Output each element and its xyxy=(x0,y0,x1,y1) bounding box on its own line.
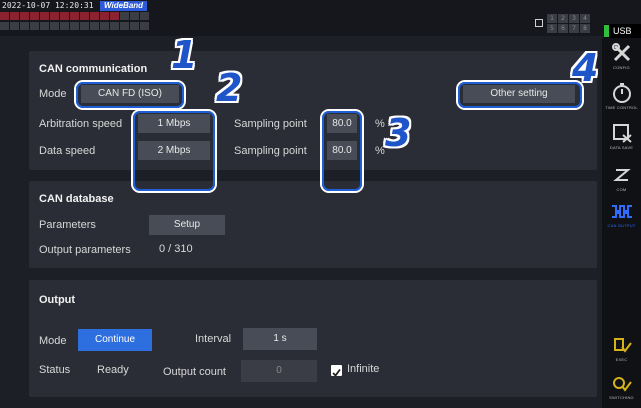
parameters-label: Parameters xyxy=(39,219,96,231)
mode-badge: WideBand xyxy=(100,1,148,11)
switching-icon xyxy=(612,377,632,392)
sampling-point-label: Sampling point xyxy=(234,145,307,157)
callout-number-4: 4 xyxy=(572,46,599,90)
mode-label: Mode xyxy=(39,88,67,100)
checkmark-icon xyxy=(332,368,341,377)
output-mode-select[interactable]: Continue xyxy=(78,329,152,351)
communication-icon xyxy=(612,169,631,181)
sidebar-item-data-save[interactable]: DATA SAVE xyxy=(602,122,641,150)
infinite-label: Infinite xyxy=(347,363,380,375)
output-parameters-label: Output parameters xyxy=(39,244,131,256)
sampling-point-label: Sampling point xyxy=(234,118,307,130)
callout-box-speeds xyxy=(133,111,215,191)
percent-unit: % xyxy=(375,118,385,130)
channel-grid: 1234 5678 xyxy=(547,14,590,33)
status-value: Ready xyxy=(97,364,129,376)
sidebar-item-can-output[interactable]: CAN OUTPUT xyxy=(602,202,641,228)
datetime-display: 2022-10-07 12:20:31 xyxy=(2,1,94,10)
section-title: CAN database xyxy=(39,193,114,205)
output-count-input[interactable]: 0 xyxy=(241,360,317,382)
data-speed-label: Data speed xyxy=(39,145,96,157)
callout-number-1: 1 xyxy=(171,33,198,77)
callout-box-mode xyxy=(76,82,184,108)
network-icon xyxy=(535,19,543,27)
callout-number-3: 3 xyxy=(385,111,412,155)
status-bar: 2022-10-07 12:20:31 WideBand 1234 5678 U… xyxy=(0,0,641,38)
sidebar: CONFIG TIME CONTROL DATA SAVE COM CAN OU… xyxy=(602,38,641,408)
output-count-label: Output count xyxy=(163,366,226,378)
callout-box-other-setting xyxy=(458,82,582,108)
execute-icon xyxy=(613,338,632,353)
sidebar-item-switching[interactable]: SWITCHING xyxy=(602,374,641,400)
status-label: Status xyxy=(39,364,71,376)
section-title: Output xyxy=(39,294,76,306)
can-output-icon xyxy=(611,205,632,218)
output-panel: Output Mode Continue Interval 1 s Status… xyxy=(29,280,597,397)
setup-button[interactable]: Setup xyxy=(149,215,225,235)
percent-unit: % xyxy=(375,145,385,157)
output-mode-label: Mode xyxy=(39,335,67,347)
sidebar-item-config[interactable]: CONFIG xyxy=(602,42,641,70)
data-save-icon xyxy=(612,124,632,143)
infinite-checkbox[interactable] xyxy=(331,365,342,377)
stopwatch-icon xyxy=(612,83,631,103)
interval-label: Interval xyxy=(195,333,232,345)
channel-indicator-row xyxy=(0,12,149,20)
section-title: CAN communication xyxy=(39,63,148,75)
wrench-screwdriver-icon xyxy=(611,43,630,62)
can-database-panel: CAN database Parameters Setup Output par… xyxy=(29,181,597,268)
sidebar-item-exec[interactable]: EXEC xyxy=(602,336,641,362)
sidebar-item-com[interactable]: COM xyxy=(602,164,641,192)
channel-indicator-row xyxy=(0,22,149,30)
callout-box-sampling-points xyxy=(322,111,362,191)
sidebar-item-time-control[interactable]: TIME CONTROL xyxy=(602,82,641,110)
callout-number-2: 2 xyxy=(216,66,243,110)
output-parameters-value: 0 / 310 xyxy=(159,243,193,255)
can-communication-panel: CAN communication Mode CAN FD (ISO) Othe… xyxy=(29,51,597,170)
usb-indicator: USB xyxy=(604,24,641,38)
interval-select[interactable]: 1 s xyxy=(243,328,317,350)
